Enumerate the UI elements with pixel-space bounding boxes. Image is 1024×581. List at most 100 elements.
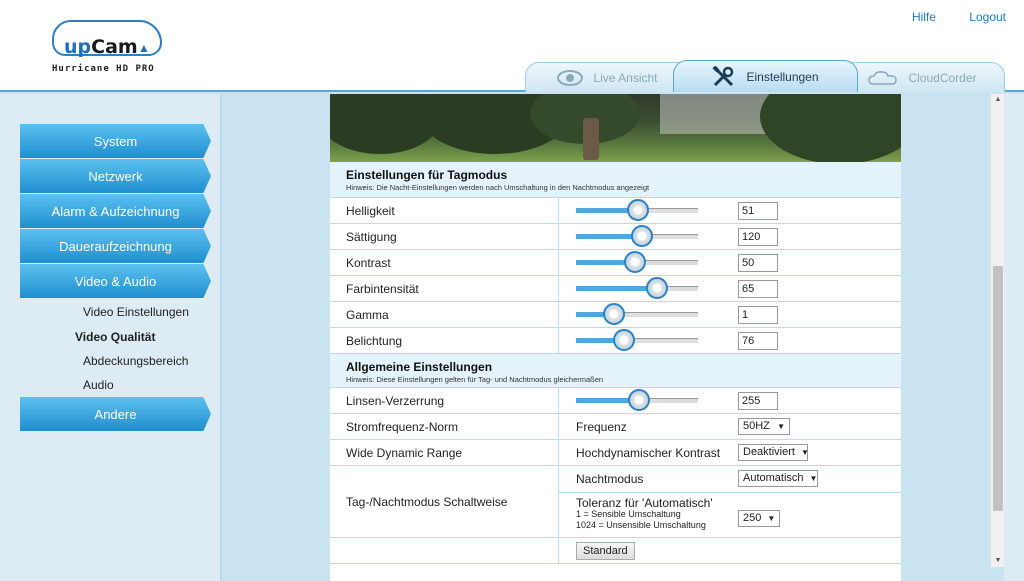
sidebar-item-video-audio[interactable]: Video & Audio <box>20 264 211 298</box>
chevron-down-icon: ▼ <box>767 514 776 523</box>
standard-button[interactable]: Standard <box>576 542 635 560</box>
chevron-down-icon: ▼ <box>777 422 785 431</box>
tab-live-view[interactable]: Live Ansicht <box>525 62 690 92</box>
upcam-logo[interactable]: upCam ▲ Hurricane HD PRO <box>48 18 168 78</box>
setting-label: Belichtung <box>330 328 559 353</box>
slider-handle[interactable] <box>623 251 646 273</box>
chevron-down-icon: ▼ <box>800 448 809 457</box>
setting-value-input[interactable]: 65 <box>738 280 778 298</box>
scroll-down-arrow-icon[interactable]: ▼ <box>991 555 1005 567</box>
setting-row-day: Belichtung 76 <box>330 328 901 354</box>
setting-value-input[interactable]: 50 <box>738 254 778 272</box>
nightmode-field-label: Nachtmodus <box>576 472 644 486</box>
logo-arrow-icon: ▲ <box>138 41 150 55</box>
general-note: Hinweis: Diese Einstellungen gelten für … <box>346 375 604 384</box>
tab-settings[interactable]: Einstellungen <box>673 60 858 92</box>
setting-slider[interactable] <box>576 329 698 351</box>
sidebar-subitem-audio[interactable]: Audio <box>83 378 114 392</box>
setting-label: Farbintensität <box>330 276 559 301</box>
setting-row-day: Helligkeit 51 <box>330 198 901 224</box>
page-scrollbar[interactable]: ▲ ▼ <box>990 94 1004 567</box>
logo-brand: upCam <box>64 36 138 58</box>
sidebar-subitem-video-quality[interactable]: Video Qualität <box>75 330 155 344</box>
logo-subtitle: Hurricane HD PRO <box>52 64 155 74</box>
sidebar-subitem-privacy-area[interactable]: Abdeckungsbereich <box>83 354 188 368</box>
setting-slider[interactable] <box>576 277 698 299</box>
sidebar-subitem-video-settings[interactable]: Video Einstellungen <box>83 305 189 319</box>
setting-row-daynight: Tag-/Nachtmodus Schaltweise Nachtmodus A… <box>330 466 901 538</box>
nightmode-select[interactable]: Automatisch ▼ <box>738 470 818 487</box>
sidebar-item-system[interactable]: System <box>20 124 211 158</box>
setting-label-empty <box>330 538 559 563</box>
setting-label: Gamma <box>330 302 559 327</box>
nightmode-select-value: Automatisch <box>743 472 804 484</box>
tools-icon <box>712 65 736 88</box>
frequency-select-value: 50HZ <box>743 420 770 432</box>
setting-slider[interactable] <box>576 251 698 273</box>
day-mode-title: Einstellungen für Tagmodus <box>346 168 508 182</box>
logout-link[interactable]: Logout <box>969 10 1006 24</box>
frequency-field-label: Frequenz <box>576 420 627 434</box>
general-title: Allgemeine Einstellungen <box>346 360 493 374</box>
sidebar-item-continuous-recording[interactable]: Daueraufzeichnung <box>20 229 211 263</box>
setting-value-input[interactable]: 120 <box>738 228 778 246</box>
wdr-select-value: Deaktiviert <box>743 446 795 458</box>
setting-value-input[interactable]: 1 <box>738 306 778 324</box>
setting-slider[interactable] <box>576 225 698 247</box>
setting-label: Sättigung <box>330 224 559 249</box>
slider-handle[interactable] <box>602 303 625 325</box>
setting-label: Linsen-Verzerrung <box>330 388 559 413</box>
setting-row-day: Gamma 1 <box>330 302 901 328</box>
eye-icon <box>557 69 584 86</box>
setting-slider[interactable] <box>576 303 698 325</box>
help-link[interactable]: Hilfe <box>912 10 936 24</box>
tolerance-title: Toleranz für 'Automatisch' <box>576 496 713 510</box>
right-margin <box>1004 94 1024 581</box>
scrollbar-thumb[interactable] <box>993 266 1003 511</box>
tab-cloudcorder-label: CloudCorder <box>908 70 977 85</box>
setting-row-day: Kontrast 50 <box>330 250 901 276</box>
top-links: Hilfe Logout <box>882 10 1006 24</box>
tab-live-view-label: Live Ansicht <box>593 70 658 85</box>
tolerance-select[interactable]: 250 ▼ <box>738 510 780 527</box>
wdr-field-label: Hochdynamischer Kontrast <box>576 446 721 460</box>
tab-settings-label: Einstellungen <box>746 69 819 84</box>
camera-preview-post <box>583 118 599 160</box>
slider-handle[interactable] <box>630 225 653 247</box>
setting-row-day: Sättigung 120 <box>330 224 901 250</box>
tolerance-line1: 1 = Sensible Umschaltung <box>576 509 681 519</box>
day-mode-note: Hinweis: Die Nacht-Einstellungen werden … <box>346 183 650 192</box>
setting-slider[interactable] <box>576 199 698 221</box>
sidebar-item-other[interactable]: Andere <box>20 397 211 431</box>
scroll-up-arrow-icon[interactable]: ▲ <box>991 94 1005 106</box>
setting-row-wdr: Wide Dynamic Range Hochdynamischer Kontr… <box>330 440 901 466</box>
setting-label: Kontrast <box>330 250 559 275</box>
lens-value-input[interactable]: 255 <box>738 392 778 410</box>
frequency-select[interactable]: 50HZ ▼ <box>738 418 790 435</box>
setting-label: Wide Dynamic Range <box>330 440 559 465</box>
slider-handle[interactable] <box>627 199 650 221</box>
lens-slider[interactable] <box>576 389 698 411</box>
setting-value-input[interactable]: 51 <box>738 202 778 220</box>
wdr-select[interactable]: Deaktiviert ▼ <box>738 444 809 461</box>
setting-label: Stromfrequenz-Norm <box>330 414 559 439</box>
tab-cloudcorder[interactable]: CloudCorder <box>840 62 1005 92</box>
setting-label: Tag-/Nachtmodus Schaltweise <box>330 466 559 537</box>
setting-row-power-frequency: Stromfrequenz-Norm Frequenz 50HZ ▼ <box>330 414 901 440</box>
slider-handle[interactable] <box>628 389 651 411</box>
sidebar-item-network[interactable]: Netzwerk <box>20 159 211 193</box>
setting-row-day: Farbintensität 65 <box>330 276 901 302</box>
cloud-icon <box>868 70 898 86</box>
video-quality-panel: Einstellungen für Tagmodus Hinweis: Die … <box>330 162 901 581</box>
setting-value-input[interactable]: 76 <box>738 332 778 350</box>
setting-label: Helligkeit <box>330 198 559 223</box>
day-mode-section-header: Einstellungen für Tagmodus Hinweis: Die … <box>330 162 901 198</box>
slider-handle[interactable] <box>612 329 635 351</box>
tolerance-text: Toleranz für 'Automatisch' 1 = Sensible … <box>576 496 713 531</box>
chevron-down-icon: ▼ <box>809 474 818 483</box>
header: upCam ▲ Hurricane HD PRO Hilfe Logout Li… <box>0 0 1024 92</box>
tolerance-line2: 1024 = Unsensible Umschaltung <box>576 520 706 530</box>
slider-handle[interactable] <box>645 277 668 299</box>
setting-row-standard: Standard <box>330 538 901 564</box>
sidebar-item-alarm-recording[interactable]: Alarm & Aufzeichnung <box>20 194 211 228</box>
